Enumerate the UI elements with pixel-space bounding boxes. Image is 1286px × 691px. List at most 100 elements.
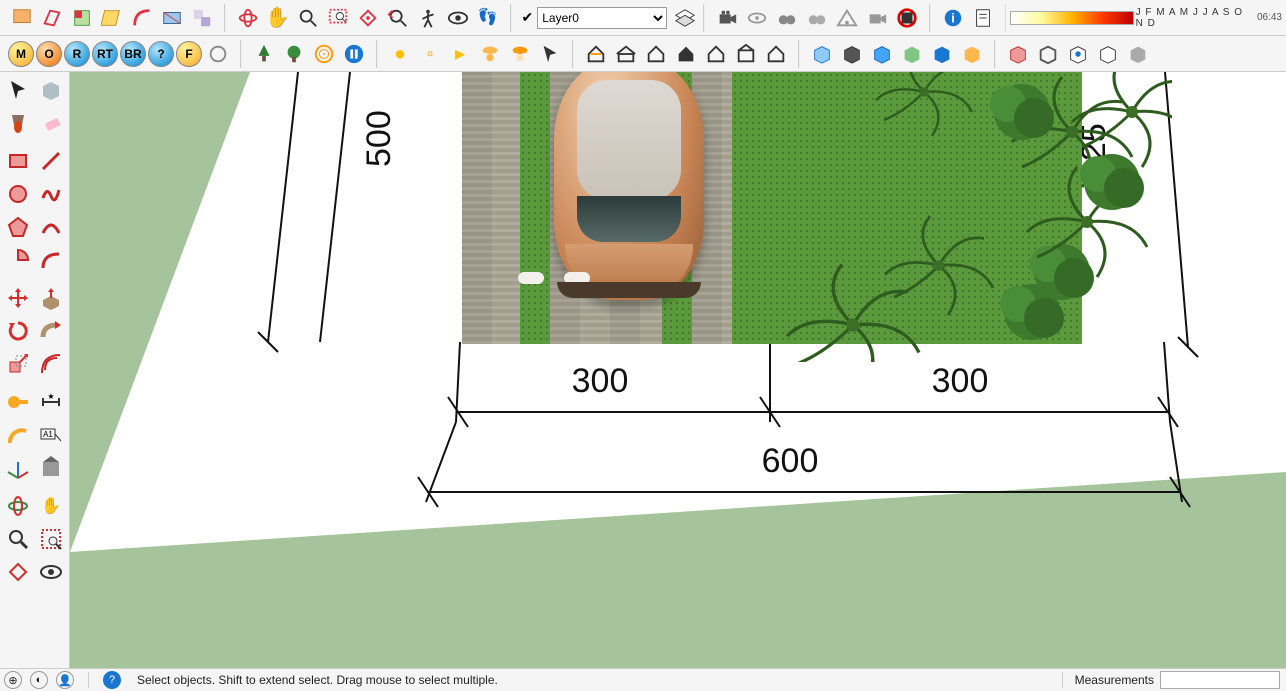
rect-tool[interactable]	[2, 145, 34, 177]
zoomwin-tool[interactable]	[35, 523, 67, 555]
cube3-icon[interactable]	[1064, 40, 1092, 68]
pan-tool[interactable]: ✋	[35, 490, 67, 522]
viewport[interactable]: 500 425 300 300 600	[70, 72, 1286, 668]
pushpull-tool[interactable]	[35, 282, 67, 314]
status-user-icon[interactable]: 👤	[56, 671, 74, 689]
eraser-tool[interactable]	[35, 107, 67, 139]
house2-icon[interactable]	[612, 40, 640, 68]
flag-icon[interactable]: ▸	[446, 40, 474, 68]
measurements-input[interactable]	[1160, 671, 1280, 689]
protractor-tool[interactable]	[2, 419, 34, 451]
circle-tool[interactable]	[2, 178, 34, 210]
tool-icon[interactable]	[8, 4, 36, 32]
box4-icon[interactable]	[898, 40, 926, 68]
text-tool[interactable]: A1	[35, 419, 67, 451]
followme-tool[interactable]	[35, 315, 67, 347]
tool-icon[interactable]	[38, 4, 66, 32]
house5-icon[interactable]	[702, 40, 730, 68]
line-tool[interactable]	[35, 145, 67, 177]
house7-icon[interactable]	[762, 40, 790, 68]
zoom-extents-icon[interactable]	[354, 4, 382, 32]
person1-icon[interactable]	[476, 40, 504, 68]
scale-tool[interactable]	[2, 348, 34, 380]
house4-icon[interactable]	[672, 40, 700, 68]
render-o-button[interactable]: O	[36, 41, 62, 67]
render-br-button[interactable]: BR	[120, 41, 146, 67]
tool-icon[interactable]	[98, 4, 126, 32]
select-tool[interactable]	[2, 74, 34, 106]
tree2-icon[interactable]	[280, 40, 308, 68]
arc2-tool[interactable]	[35, 244, 67, 276]
box2-icon[interactable]	[838, 40, 866, 68]
layer-manager-icon[interactable]	[671, 4, 699, 32]
orbit-tool[interactable]	[2, 490, 34, 522]
prev-view-icon[interactable]	[384, 4, 412, 32]
arc-tool[interactable]	[35, 211, 67, 243]
stop-icon[interactable]	[893, 4, 921, 32]
render-r-button[interactable]: R	[64, 41, 90, 67]
house6-icon[interactable]	[732, 40, 760, 68]
info-icon[interactable]: i	[939, 4, 967, 32]
dot-icon[interactable]: ◦	[416, 40, 444, 68]
house3-icon[interactable]	[642, 40, 670, 68]
move-tool[interactable]	[2, 282, 34, 314]
eye-tool[interactable]	[35, 556, 67, 588]
zoomext-tool[interactable]	[2, 556, 34, 588]
walk-icon[interactable]	[414, 4, 442, 32]
box5-icon[interactable]	[928, 40, 956, 68]
look-icon[interactable]	[444, 4, 472, 32]
render-help-button[interactable]: ?	[148, 41, 174, 67]
target-icon[interactable]	[833, 4, 861, 32]
house1-icon[interactable]	[582, 40, 610, 68]
zoom-window-icon[interactable]	[324, 4, 352, 32]
status-geo-icon[interactable]: ⊕	[4, 671, 22, 689]
cube2-icon[interactable]	[1034, 40, 1062, 68]
zoom-icon[interactable]	[294, 4, 322, 32]
offset-tool[interactable]	[35, 348, 67, 380]
cube4-icon[interactable]	[1094, 40, 1122, 68]
pie-tool[interactable]	[2, 244, 34, 276]
light-icon[interactable]	[204, 40, 232, 68]
camera-icon[interactable]	[713, 4, 741, 32]
status-credits-icon[interactable]: ◐	[30, 671, 48, 689]
status-help-icon[interactable]: ?	[103, 671, 121, 689]
render-f-button[interactable]: F	[176, 41, 202, 67]
section-tool[interactable]	[35, 452, 67, 484]
binoc-icon[interactable]	[773, 4, 801, 32]
person2-icon[interactable]	[506, 40, 534, 68]
box3-icon[interactable]	[868, 40, 896, 68]
rotate-tool[interactable]	[2, 315, 34, 347]
tool-icon[interactable]	[128, 4, 156, 32]
select2-icon[interactable]	[536, 40, 564, 68]
freehand-tool[interactable]	[35, 178, 67, 210]
sun-icon[interactable]: ●	[386, 40, 414, 68]
dimension-tool[interactable]: ★	[35, 386, 67, 418]
footprint-icon[interactable]: 👣	[474, 4, 502, 32]
pause-icon[interactable]	[340, 40, 368, 68]
cam-icon[interactable]	[863, 4, 891, 32]
render-rt-button[interactable]: RT	[92, 41, 118, 67]
render-m-button[interactable]: M	[8, 41, 34, 67]
pan-icon[interactable]: ✋	[264, 4, 292, 32]
box6-icon[interactable]	[958, 40, 986, 68]
cube5-icon[interactable]	[1124, 40, 1152, 68]
target2-icon[interactable]	[310, 40, 338, 68]
tool-icon[interactable]	[158, 4, 186, 32]
box1-icon[interactable]	[808, 40, 836, 68]
tool-icon[interactable]	[68, 4, 96, 32]
component-tool[interactable]	[35, 74, 67, 106]
binoc2-icon[interactable]	[803, 4, 831, 32]
cube1-icon[interactable]	[1004, 40, 1032, 68]
orbit-icon[interactable]	[234, 4, 262, 32]
layer-dropdown[interactable]: Layer0	[537, 7, 667, 29]
zoom-tool[interactable]	[2, 523, 34, 555]
shadow-gradient[interactable]	[1010, 11, 1133, 25]
tape-tool[interactable]	[2, 386, 34, 418]
tree1-icon[interactable]	[250, 40, 278, 68]
axes-tool[interactable]	[2, 452, 34, 484]
poly-tool[interactable]	[2, 211, 34, 243]
tool-icon[interactable]	[188, 4, 216, 32]
doc-icon[interactable]	[969, 4, 997, 32]
paint-tool[interactable]	[2, 107, 34, 139]
eye-dim-icon[interactable]	[743, 4, 771, 32]
